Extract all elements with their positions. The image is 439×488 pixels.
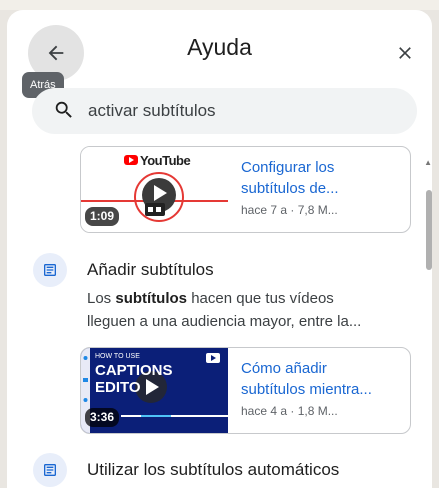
video-title-line: subtítulos mientra... bbox=[241, 381, 372, 398]
video-title-line: subtítulos de... bbox=[241, 180, 339, 197]
video-duration: 3:36 bbox=[85, 408, 120, 427]
article-snippet: Los subtítulos hacen que tus vídeos lleg… bbox=[87, 287, 407, 333]
video-title[interactable]: Cómo añadir subtítulos mientra... bbox=[241, 358, 401, 400]
video-title[interactable]: Configurar los subtítulos de... bbox=[241, 157, 401, 199]
video-thumbnail: HOW TO USE CAPTIONS EDITO 3:36 bbox=[81, 348, 228, 433]
snippet-text: lleguen a una audiencia mayor, entre la.… bbox=[87, 313, 362, 330]
video-meta: hace 4 a · 1,8 M... bbox=[241, 404, 338, 418]
video-card[interactable]: YouTube 1:09 Configurar los subtítulos d… bbox=[80, 146, 411, 233]
video-title-line: Configurar los bbox=[241, 159, 335, 176]
video-card[interactable]: HOW TO USE CAPTIONS EDITO 3:36 Cómo añad… bbox=[80, 347, 411, 434]
video-title-line: Cómo añadir bbox=[241, 360, 327, 377]
background-strip bbox=[0, 0, 439, 10]
close-icon bbox=[399, 47, 411, 59]
help-header: Atrás Ayuda bbox=[7, 10, 432, 98]
article-icon-wrap bbox=[33, 253, 67, 287]
article-title[interactable]: Utilizar los subtítulos automáticos bbox=[87, 460, 339, 480]
snippet-highlight: subtítulos bbox=[115, 290, 188, 307]
article-icon-wrap bbox=[33, 453, 67, 487]
search-input[interactable] bbox=[88, 96, 388, 126]
video-meta: hace 7 a · 7,8 M... bbox=[241, 203, 338, 217]
snippet-text: Los bbox=[87, 290, 116, 307]
video-thumbnail: YouTube 1:09 bbox=[81, 147, 228, 232]
snippet-text: hacen que tus vídeos bbox=[187, 290, 334, 307]
search-box bbox=[32, 88, 417, 134]
thumb-small-text: HOW TO USE bbox=[95, 353, 140, 360]
scrollbar-thumb[interactable] bbox=[426, 190, 432, 270]
article-icon bbox=[44, 464, 56, 476]
search-icon[interactable] bbox=[53, 99, 75, 121]
video-duration: 1:09 bbox=[85, 207, 120, 226]
youtube-brand-text: YouTube bbox=[140, 153, 191, 168]
thumb-big-text: EDITO bbox=[95, 379, 141, 396]
close-button[interactable] bbox=[390, 38, 420, 68]
help-panel: Atrás Ayuda YouTub bbox=[7, 10, 432, 488]
scroll-up-icon[interactable]: ▲ bbox=[424, 158, 432, 167]
page-title: Ayuda bbox=[187, 34, 252, 60]
thumb-big-text: CAPTIONS bbox=[95, 362, 173, 379]
article-icon bbox=[44, 264, 56, 276]
article-title[interactable]: Añadir subtítulos bbox=[87, 260, 214, 280]
